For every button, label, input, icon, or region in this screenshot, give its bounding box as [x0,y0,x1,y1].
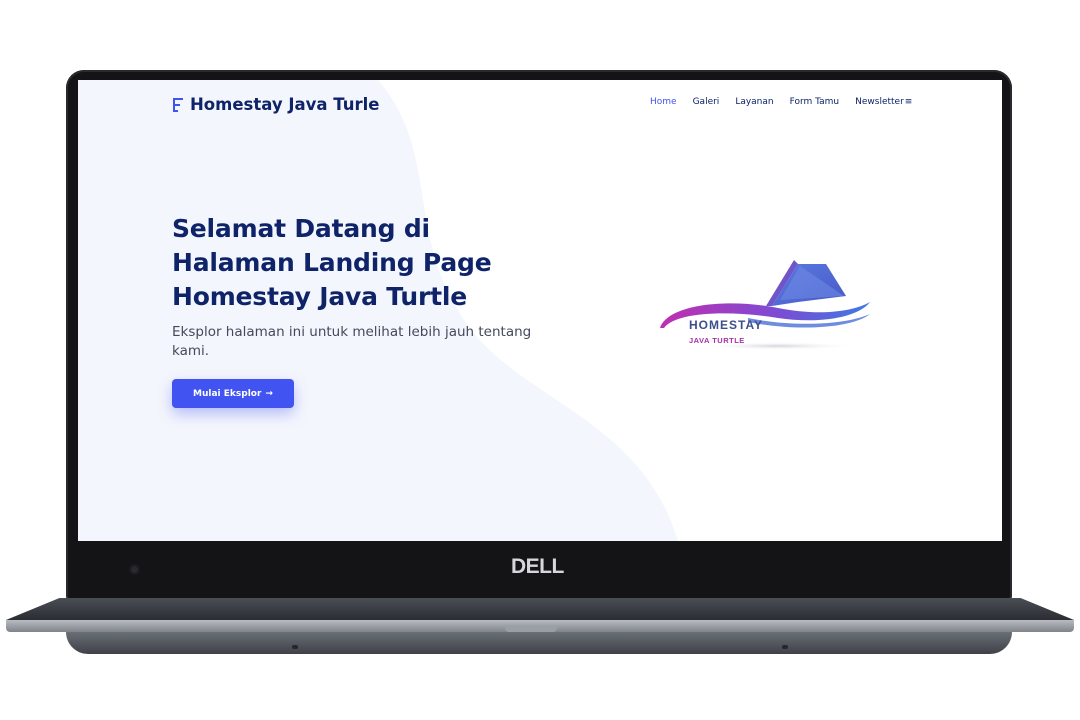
arrow-right-icon: → [265,388,273,399]
site-logo-text: Homestay Java Turle [190,95,380,114]
site-logo-link[interactable]: Homestay Java Turle [172,95,379,114]
nav-form-tamu[interactable]: Form Tamu [790,97,840,107]
laptop-foot [292,645,298,649]
nav-galeri[interactable]: Galeri [693,97,720,107]
nav-home[interactable]: Home [650,97,677,107]
logo-icon [173,97,183,112]
explore-button-label: Mulai Eksplor [193,388,262,399]
menu-icon[interactable]: ≡ [905,97,913,107]
laptop-foot [782,645,788,649]
laptop-bottom [66,632,1012,654]
logo-text-homestay: HOMESTAY [689,318,764,332]
webcam-icon [129,564,140,575]
homestay-logo-graphic [660,260,870,350]
laptop-screen: Homestay Java Turle Home Galeri Layanan … [78,80,1002,541]
explore-button[interactable]: Mulai Eksplor → [172,379,294,408]
nav-layanan[interactable]: Layanan [735,97,773,107]
main-nav: Home Galeri Layanan Form Tamu Newsletter… [650,97,912,107]
hero-subtitle: Eksplor halaman ini untuk melihat lebih … [172,324,532,359]
laptop-brand-logo: DELL [511,555,564,578]
hero-title: Selamat Datang di Halaman Landing Page H… [172,214,492,311]
logo-text-java-turtle: JAVA TURTLE [689,336,745,345]
laptop-keyboard-deck [6,598,1074,620]
nav-newsletter[interactable]: Newsletter [855,97,904,107]
